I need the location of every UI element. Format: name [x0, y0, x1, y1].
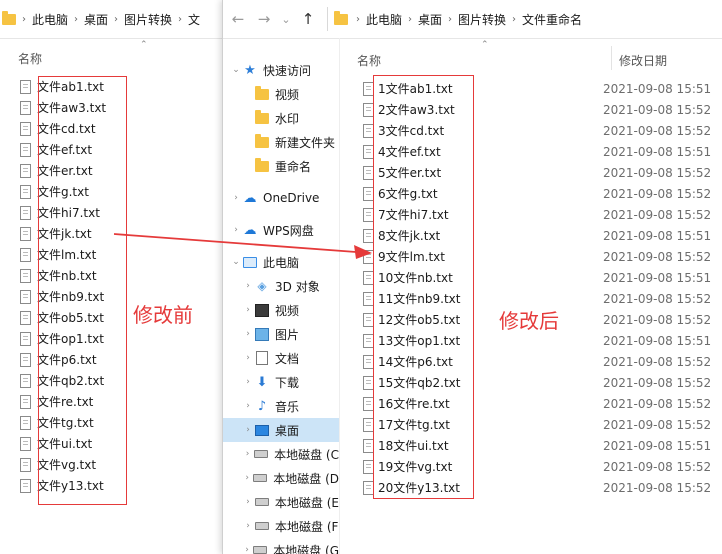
arrow-line — [113, 233, 357, 253]
rename-arrow — [113, 233, 372, 259]
arrow-head-icon — [354, 245, 372, 259]
